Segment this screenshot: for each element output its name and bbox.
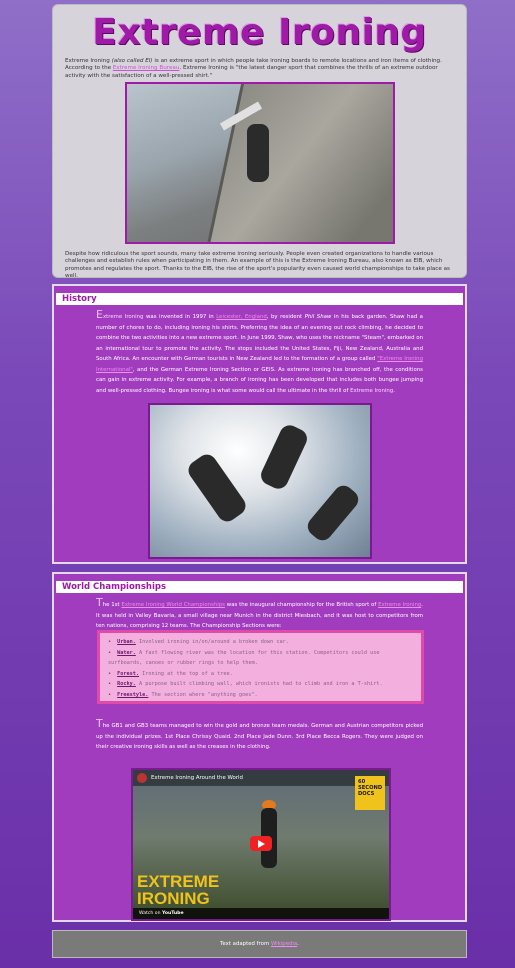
wikipedia-link[interactable]: Wikipedia	[271, 941, 297, 947]
history-paragraph: Extreme Ironing was invented in 1997 in …	[96, 308, 424, 394]
climber	[247, 124, 269, 182]
intro-card: Extreme Ironing Extreme Ironing (also ca…	[52, 4, 467, 279]
video-thumbnail-text: EXTREME IRONING	[137, 872, 220, 908]
section-heading: History	[56, 293, 463, 305]
skydiver	[257, 422, 311, 492]
list-item: Freestyle. The section where "anything g…	[108, 690, 413, 701]
term-link[interactable]: Extreme Ironing	[378, 602, 421, 608]
bureau-link[interactable]: Extreme Ironing Bureau	[113, 65, 180, 71]
dropcap: T	[96, 596, 103, 609]
list-item: Rocky. A purpose built climbing wall, wh…	[108, 679, 413, 690]
skydive-image	[148, 403, 372, 559]
championship-link[interactable]: Extreme Ironing World Championships	[121, 602, 225, 608]
video-title-bar: Extreme Ironing Around the World	[133, 770, 389, 786]
worlds-paragraph-1: The 1st Extreme Ironing World Championsh…	[96, 596, 424, 629]
sections-list: Urban. Involved ironing in/on/around a b…	[97, 630, 424, 704]
channel-avatar	[137, 773, 147, 783]
watch-on-bar[interactable]: Watch on YouTube	[133, 908, 389, 919]
list-item: Urban. Involved ironing in/on/around a b…	[108, 637, 413, 648]
rock-face	[202, 84, 393, 242]
footer: Text adapted from Wikipedia.	[52, 930, 467, 958]
play-button-icon[interactable]	[250, 836, 272, 851]
skydiver	[303, 481, 363, 545]
term: Extreme Ironing	[65, 58, 110, 64]
intro-paragraph-2: Despite how ridiculous the sport sounds,…	[65, 251, 450, 279]
aka: (also called EI)	[111, 58, 153, 64]
page: Extreme Ironing Extreme Ironing (also ca…	[52, 4, 467, 958]
intro-paragraph: Extreme Ironing (also called EI) is an e…	[65, 58, 442, 79]
channel-badge: 60 SECOND DOCS	[355, 776, 385, 810]
skydiver	[184, 450, 250, 526]
section-heading: World Championships	[56, 581, 463, 593]
video-embed[interactable]: Extreme Ironing Around the World 60 SECO…	[131, 768, 391, 921]
list-item: Water. A fast flowing river was the loca…	[108, 648, 413, 669]
worlds-paragraph-2: The GB1 and GB3 teams managed to win the…	[96, 717, 423, 750]
dropcap: T	[96, 717, 103, 730]
hero-image	[125, 82, 395, 244]
dropcap: E	[96, 308, 103, 321]
youtube-logo-icon: YouTube	[161, 911, 184, 916]
video-title[interactable]: Extreme Ironing Around the World	[151, 775, 243, 781]
worlds-section: World Championships The 1st Extreme Iron…	[52, 572, 467, 922]
location-link[interactable]: Leicester, England	[216, 314, 267, 320]
site-title: Extreme Ironing	[92, 12, 427, 53]
history-section: History Extreme Ironing was invented in …	[52, 284, 467, 564]
list-item: Forest. Ironing at the top of a tree.	[108, 669, 413, 680]
